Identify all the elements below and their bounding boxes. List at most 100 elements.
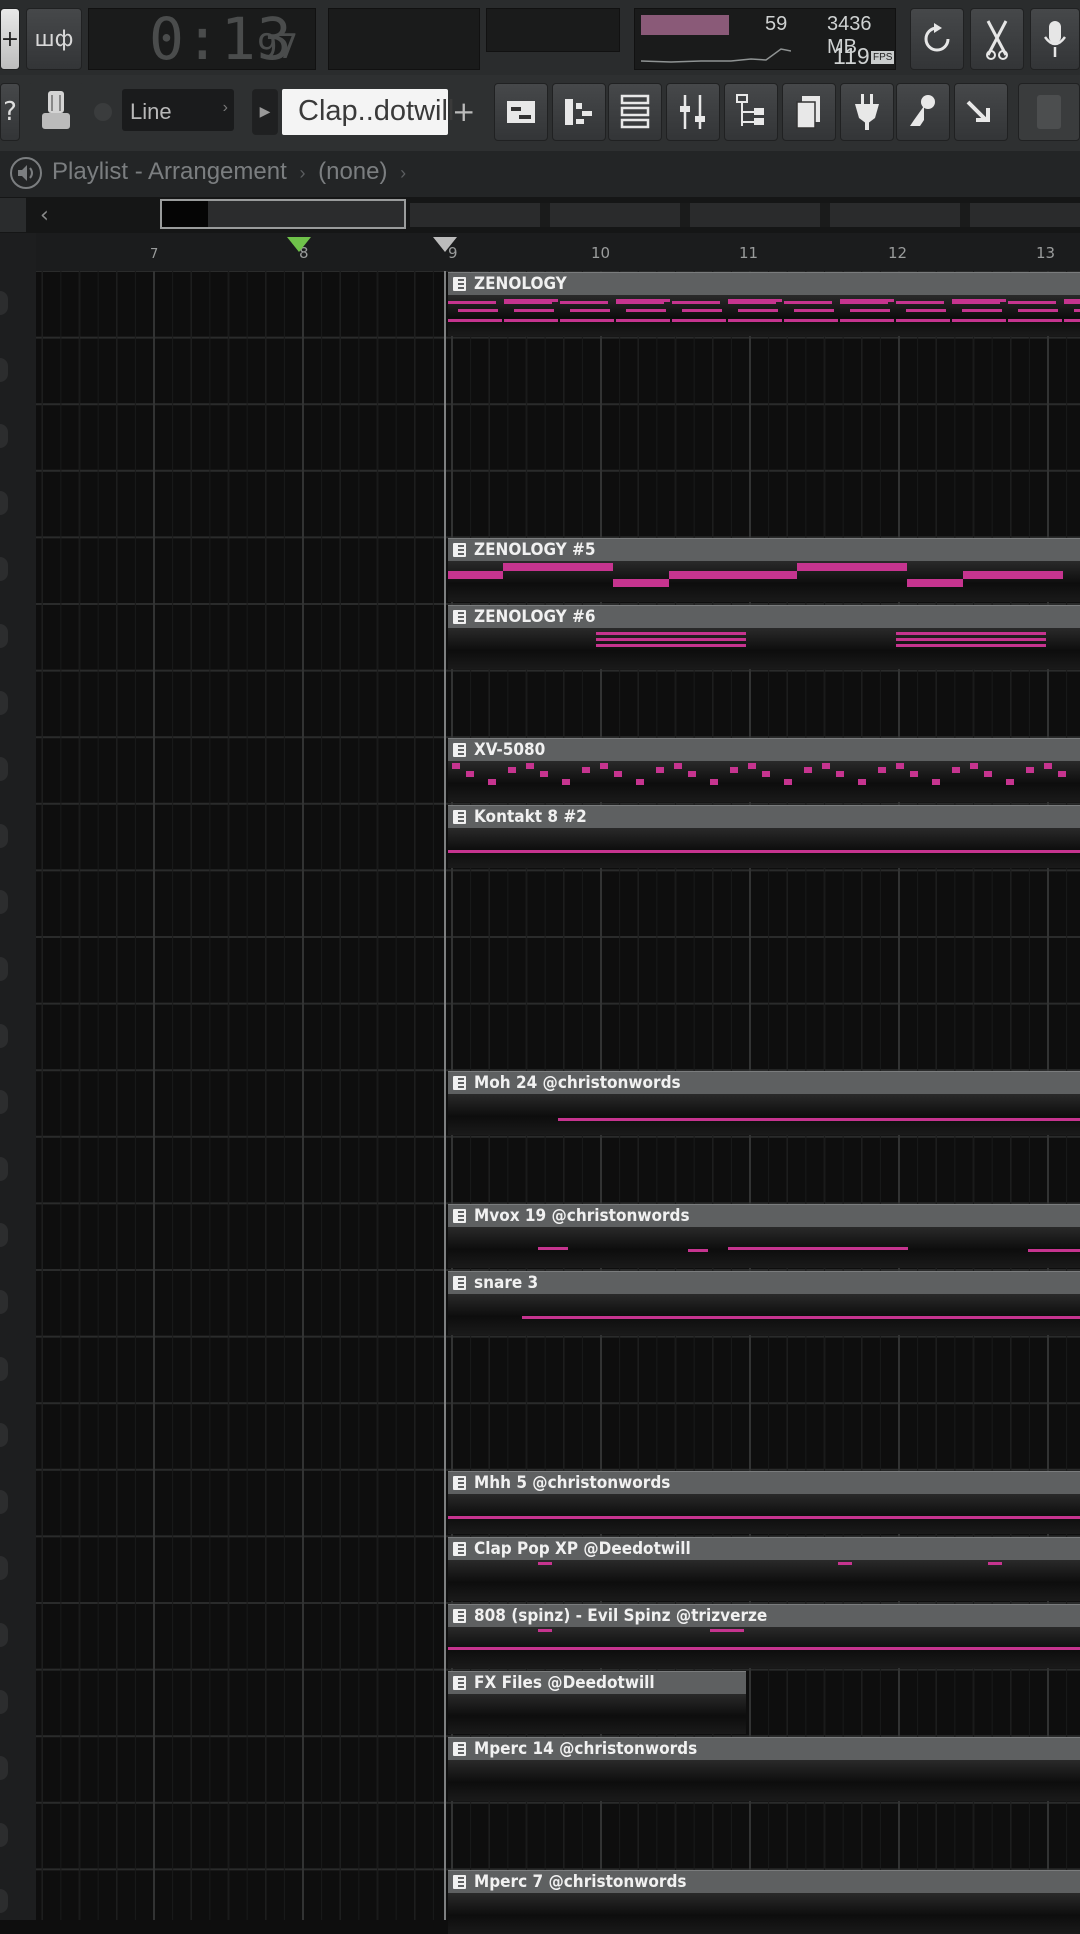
track-mute-toggle[interactable] bbox=[0, 1156, 8, 1181]
clip-header[interactable]: snare 3 bbox=[448, 1271, 1080, 1294]
note bbox=[626, 309, 666, 312]
clip-body[interactable] bbox=[448, 1627, 1080, 1668]
browser-button[interactable] bbox=[724, 83, 778, 141]
note bbox=[540, 771, 548, 778]
clone-button[interactable] bbox=[782, 83, 836, 141]
speaker-icon[interactable] bbox=[10, 157, 42, 189]
note bbox=[672, 301, 720, 304]
clip-header[interactable]: ZENOLOGY bbox=[448, 272, 1080, 295]
pattern-selector[interactable]: Clap..dotwill bbox=[282, 89, 454, 135]
tempo-toggle-button[interactable]: шф bbox=[26, 8, 82, 70]
clip-body[interactable] bbox=[448, 827, 1080, 869]
track-mute-toggle[interactable] bbox=[0, 1822, 8, 1847]
playhead-marker[interactable] bbox=[432, 236, 458, 254]
pattern-prev-arrow[interactable]: ▶ bbox=[252, 89, 278, 135]
arrow-down-right-icon bbox=[966, 100, 990, 122]
snap-mode-select[interactable]: Line › bbox=[122, 89, 234, 131]
track-mute-toggle[interactable] bbox=[0, 1023, 8, 1048]
fps-badge: FPS bbox=[871, 51, 895, 64]
track-mute-toggle[interactable] bbox=[0, 1689, 8, 1714]
song-time-display[interactable]: 0:13 97 bbox=[88, 5, 316, 73]
clip-body[interactable] bbox=[448, 561, 1080, 602]
note bbox=[952, 299, 1006, 302]
track-mute-toggle[interactable] bbox=[0, 1356, 8, 1381]
clip-body[interactable] bbox=[448, 628, 1080, 669]
scroll-left-icon[interactable]: ‹ bbox=[40, 203, 49, 228]
clip-body[interactable] bbox=[448, 761, 1080, 802]
clip-header[interactable]: ZENOLOGY #5 bbox=[448, 538, 1080, 562]
piano-roll-button[interactable] bbox=[552, 83, 606, 141]
disabled-tool-button[interactable] bbox=[1018, 83, 1080, 141]
playlist-button[interactable] bbox=[494, 83, 548, 141]
clip-header[interactable]: Moh 24 @christonwords bbox=[448, 1071, 1080, 1095]
performance-monitor[interactable]: 59 3436 MB 119 FPS bbox=[634, 8, 896, 70]
note bbox=[784, 319, 838, 322]
note bbox=[614, 771, 622, 778]
add-icon[interactable]: + bbox=[0, 8, 20, 70]
track-mute-toggle[interactable] bbox=[0, 490, 8, 515]
record-audio-button[interactable] bbox=[1030, 8, 1080, 70]
cut-tool-button[interactable] bbox=[970, 8, 1024, 70]
track-mute-toggle[interactable] bbox=[0, 1489, 8, 1514]
add-pattern-button[interactable]: + bbox=[452, 95, 475, 128]
note bbox=[970, 763, 978, 770]
cpu-meter-fill bbox=[641, 15, 729, 35]
playlist-overview[interactable]: ‹ bbox=[0, 197, 1080, 233]
pattern-clip-icon bbox=[453, 1875, 466, 1890]
help-icon[interactable]: ? bbox=[0, 83, 20, 141]
window-title: Playlist - Arrangement bbox=[52, 158, 287, 185]
clip-body[interactable] bbox=[448, 295, 1080, 336]
note bbox=[896, 632, 1046, 635]
loop-start-marker[interactable] bbox=[286, 236, 312, 254]
note bbox=[784, 301, 832, 304]
clip-header[interactable]: Mperc 7 @christonwords bbox=[448, 1870, 1080, 1894]
clip-header[interactable]: FX Files @Deedotwill bbox=[448, 1670, 746, 1694]
channel-rack-icon bbox=[620, 94, 650, 129]
clip-header[interactable]: XV-5080 bbox=[448, 738, 1080, 762]
clip-name: snare 3 bbox=[474, 1273, 539, 1293]
note bbox=[616, 299, 670, 302]
track-mute-toggle[interactable] bbox=[0, 823, 8, 848]
clip-header[interactable]: ZENOLOGY #6 bbox=[448, 605, 1080, 628]
playlist-options-corner[interactable] bbox=[0, 198, 26, 232]
timeline-ruler[interactable] bbox=[0, 233, 1080, 271]
track-mute-toggle[interactable] bbox=[0, 357, 8, 382]
download-button[interactable] bbox=[954, 83, 1008, 141]
note bbox=[672, 319, 726, 322]
overview-viewport-handle[interactable] bbox=[160, 199, 406, 229]
master-volume-knob[interactable] bbox=[28, 83, 84, 141]
clip-body[interactable] bbox=[448, 1094, 1080, 1135]
clip-body[interactable] bbox=[448, 1893, 1080, 1934]
clip-body[interactable] bbox=[448, 1493, 1080, 1535]
clip-header[interactable]: Clap Pop XP @Deedotwill bbox=[448, 1537, 1080, 1561]
note bbox=[840, 319, 894, 322]
clip-header[interactable]: Kontakt 8 #2 bbox=[448, 804, 1080, 828]
note bbox=[570, 309, 610, 312]
note bbox=[730, 767, 738, 774]
pattern-clip-icon bbox=[453, 743, 466, 758]
magnet-icon[interactable] bbox=[94, 103, 112, 121]
pattern-clip-icon bbox=[453, 1542, 466, 1557]
clip-header[interactable]: 808 (spinz) - Evil Spinz @trizverze bbox=[448, 1604, 1080, 1627]
playlist-title[interactable]: Playlist - Arrangement › (none) › bbox=[52, 158, 406, 186]
note bbox=[1018, 309, 1058, 312]
clip-body[interactable] bbox=[448, 1294, 1080, 1335]
arrangement-selector[interactable]: (none) bbox=[318, 158, 387, 185]
clip-body[interactable] bbox=[448, 1227, 1080, 1268]
track-mute-toggle[interactable] bbox=[0, 690, 8, 715]
pattern-name: Clap..dotwill bbox=[298, 95, 455, 127]
browser-tree-icon bbox=[736, 94, 764, 126]
plugin-picker-button[interactable] bbox=[840, 83, 894, 141]
clip-body[interactable] bbox=[448, 1760, 1080, 1801]
clip-header[interactable]: Mvox 19 @christonwords bbox=[448, 1204, 1080, 1228]
clip-body[interactable] bbox=[448, 1560, 1080, 1601]
clip-header[interactable]: Mhh 5 @christonwords bbox=[448, 1470, 1080, 1494]
clip-header[interactable]: Mperc 14 @christonwords bbox=[448, 1737, 1080, 1761]
channel-rack-button[interactable] bbox=[608, 83, 662, 141]
undo-history-button[interactable] bbox=[910, 8, 964, 70]
touch-controller-button[interactable] bbox=[896, 83, 950, 141]
pattern-clip-icon bbox=[453, 1076, 466, 1091]
note bbox=[538, 1629, 552, 1632]
mixer-button[interactable] bbox=[666, 83, 720, 141]
clip-body[interactable] bbox=[448, 1693, 746, 1735]
